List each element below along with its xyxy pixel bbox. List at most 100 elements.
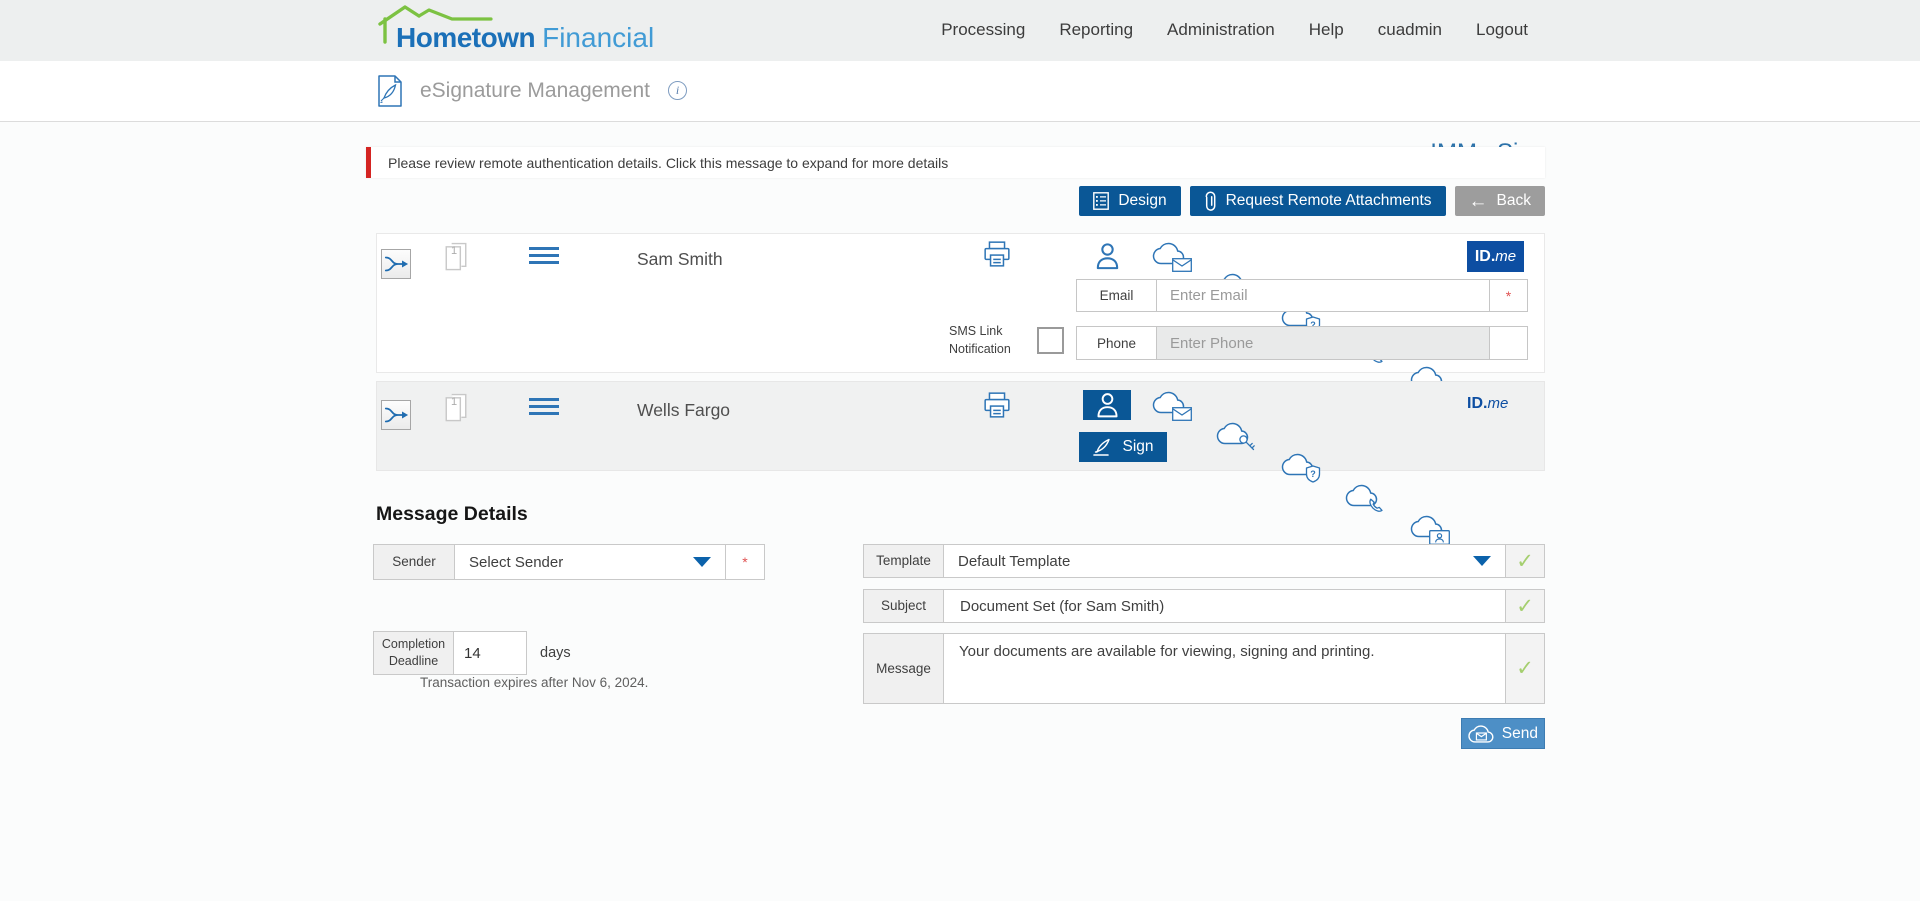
message-textarea[interactable]: Your documents are available for viewing… — [944, 634, 1505, 703]
sign-button[interactable]: Sign — [1079, 432, 1167, 462]
message-field-group: Message Your documents are available for… — [863, 633, 1545, 704]
page-title: eSignature Management — [420, 79, 650, 103]
expiration-note: Transaction expires after Nov 6, 2024. — [420, 675, 648, 690]
phone-input — [1157, 327, 1489, 359]
design-doc-icon — [1093, 192, 1109, 210]
completion-deadline-group: Completion Deadline days — [373, 631, 571, 675]
message-label: Message — [864, 634, 944, 703]
back-button[interactable]: ← Back — [1455, 186, 1545, 216]
phone-end-cell — [1489, 327, 1527, 359]
subject-input[interactable] — [944, 590, 1505, 622]
reorder-handle-icon[interactable] — [529, 398, 559, 419]
subject-field-group: Subject ✓ — [863, 589, 1545, 623]
esignature-management-screen: HometownFinancial Processing Reporting A… — [0, 0, 1920, 901]
action-toolbar: Design Request Remote Attachments ← Back — [366, 186, 1545, 216]
auth-password-icon[interactable] — [1216, 421, 1256, 452]
completion-deadline-input[interactable] — [454, 631, 527, 675]
sms-label-line1: SMS Link — [949, 322, 1035, 340]
quill-pen-icon — [1092, 437, 1114, 457]
nav-help[interactable]: Help — [1309, 20, 1344, 40]
page-count-value: 1 — [447, 396, 461, 408]
brand-name-bold: Hometown — [396, 22, 535, 53]
auth-inperson-icon-selected[interactable] — [1083, 390, 1131, 420]
send-button[interactable]: Send — [1461, 718, 1545, 749]
nav-processing[interactable]: Processing — [941, 20, 1025, 40]
idme-label-italic: me — [1487, 395, 1508, 412]
template-field-group: Template Default Template ✓ — [863, 544, 1545, 578]
email-input[interactable] — [1157, 280, 1489, 311]
merge-arrow-icon — [383, 402, 409, 428]
key-icon — [1238, 434, 1256, 452]
email-field-group: Email * — [1076, 279, 1528, 312]
sender-field-group: Sender Select Sender * — [373, 544, 765, 580]
page-count-value: 1 — [447, 245, 461, 257]
nav-administration[interactable]: Administration — [1167, 20, 1275, 40]
cloud-send-icon — [1468, 724, 1494, 744]
message-details-heading: Message Details — [376, 503, 528, 526]
top-bar: HometownFinancial Processing Reporting A… — [0, 0, 1920, 61]
merge-arrow-icon — [383, 251, 409, 277]
printer-icon[interactable] — [983, 391, 1011, 419]
id-card-icon — [1429, 530, 1450, 545]
back-arrow-icon: ← — [1469, 192, 1488, 211]
hometown-financial-logo: HometownFinancial — [378, 0, 638, 61]
deadline-label-line2: Deadline — [389, 653, 438, 671]
deadline-label-line1: Completion — [382, 636, 445, 654]
sms-label-line2: Notification — [949, 340, 1035, 358]
request-remote-attachments-button[interactable]: Request Remote Attachments — [1190, 186, 1446, 216]
auth-email-icon[interactable] — [1152, 241, 1192, 272]
idme-label-italic: me — [1495, 248, 1516, 265]
auth-idme-button[interactable]: ID.me — [1467, 395, 1508, 413]
nav-user-cuadmin[interactable]: cuadmin — [1378, 20, 1442, 40]
info-icon[interactable]: i — [668, 81, 687, 100]
envelope-icon — [1172, 258, 1192, 272]
envelope-icon — [1172, 407, 1192, 421]
brand-name-light: Financial — [542, 22, 654, 53]
sender-select-value: Select Sender — [469, 554, 563, 571]
template-select[interactable]: Default Template — [944, 545, 1505, 577]
nav-reporting[interactable]: Reporting — [1059, 20, 1133, 40]
sender-label: Sender — [374, 545, 455, 579]
shield-question-icon — [1305, 465, 1321, 483]
person-icon — [1092, 241, 1123, 272]
merge-signer-button[interactable] — [381, 249, 411, 279]
chevron-down-icon — [1473, 556, 1491, 566]
send-button-label: Send — [1502, 725, 1538, 743]
person-icon — [1093, 391, 1122, 420]
auth-phone-icon[interactable] — [1345, 483, 1385, 514]
sender-select[interactable]: Select Sender — [455, 545, 725, 579]
sms-link-notification-label: SMS Link Notification — [949, 322, 1035, 358]
sub-header: eSignature Management i IMM eSign — [0, 61, 1920, 122]
email-required-mark: * — [1489, 280, 1527, 311]
template-label: Template — [864, 545, 944, 577]
esignature-document-icon — [376, 75, 404, 107]
phone-label: Phone — [1077, 327, 1157, 359]
completion-deadline-label: Completion Deadline — [373, 631, 454, 675]
printer-icon[interactable] — [983, 240, 1011, 268]
phone-handset-icon — [1368, 497, 1385, 514]
auth-email-icon[interactable] — [1152, 390, 1192, 421]
main-nav: Processing Reporting Administration Help… — [941, 20, 1528, 40]
auth-id-verification-icon[interactable] — [1410, 514, 1450, 545]
design-button-label: Design — [1118, 192, 1166, 210]
back-button-label: Back — [1497, 192, 1531, 210]
auth-inperson-icon[interactable] — [1087, 241, 1127, 272]
recipient-row-wells-fargo: 1 Wells Fargo ID.me — [376, 381, 1545, 471]
template-select-value: Default Template — [958, 553, 1070, 570]
nav-logout[interactable]: Logout — [1476, 20, 1528, 40]
reorder-handle-icon[interactable] — [529, 247, 559, 268]
design-button[interactable]: Design — [1079, 186, 1180, 216]
template-valid-check-icon: ✓ — [1505, 545, 1544, 577]
sms-link-notification-checkbox[interactable] — [1037, 327, 1064, 354]
merge-signer-button[interactable] — [381, 400, 411, 430]
message-valid-check-icon: ✓ — [1505, 634, 1544, 703]
remote-auth-alert[interactable]: Please review remote authentication deta… — [366, 147, 1545, 178]
paperclip-icon — [1204, 191, 1217, 211]
deadline-unit-label: days — [540, 631, 571, 675]
auth-idme-button-selected[interactable]: ID.me — [1467, 241, 1524, 272]
auth-challenge-question-icon[interactable] — [1281, 452, 1321, 483]
alert-text: Please review remote authentication deta… — [388, 155, 948, 171]
phone-field-group: Phone — [1076, 326, 1528, 360]
recipient-name: Sam Smith — [637, 249, 723, 270]
sender-required-mark: * — [725, 545, 764, 579]
